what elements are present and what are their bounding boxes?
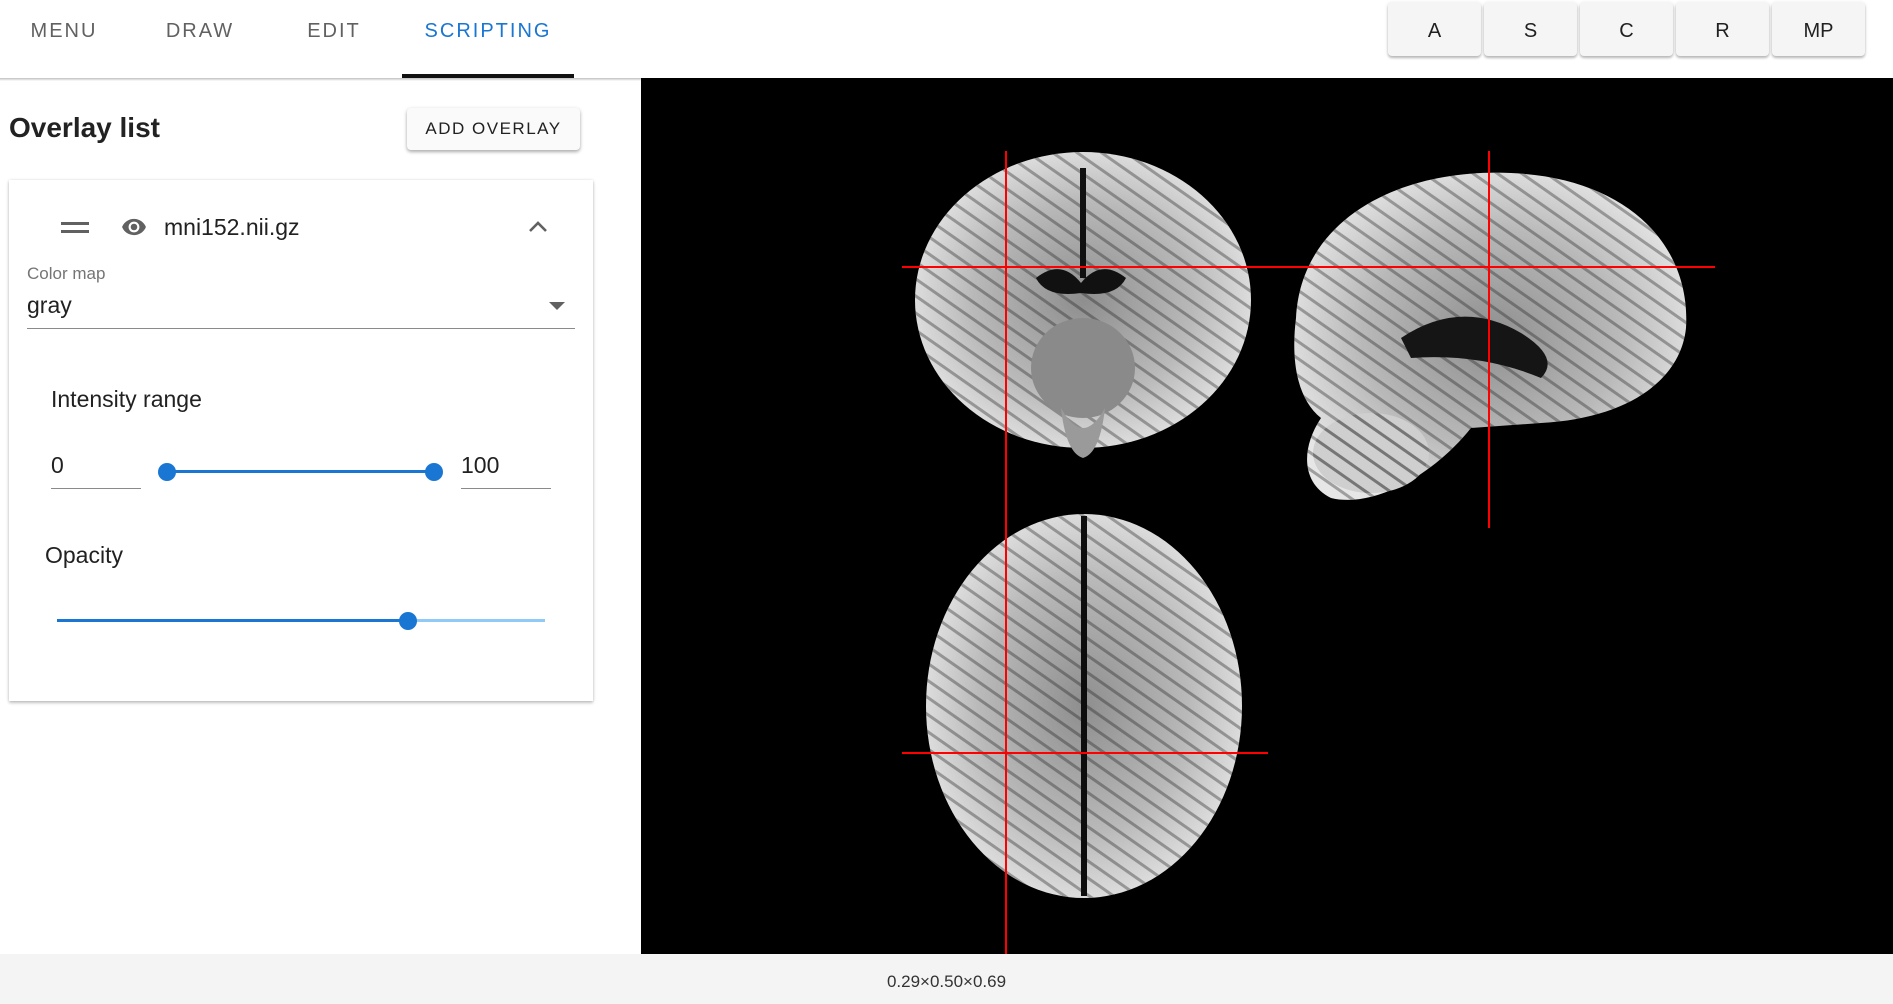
drag-handle-icon[interactable] [61,222,89,236]
status-bar: 0.29×0.50×0.69 [0,954,1893,1004]
dropdown-arrow-icon [549,302,565,310]
axial-view-button[interactable]: A [1388,2,1481,56]
location-readout: 0.29×0.50×0.69 [886,972,1007,991]
intensity-max-input[interactable]: 100 [461,448,551,489]
tab-scripting[interactable]: SCRIPTING [402,0,574,62]
add-overlay-button[interactable]: ADD OVERLAY [407,108,580,150]
opacity-label: Opacity [45,542,123,568]
toolbar-shadow [0,78,641,81]
tab-draw[interactable]: DRAW [158,0,242,62]
colormap-label: Color map [27,264,106,283]
overlay-card: mni152.nii.gz Color map gray Intensity r… [9,180,593,701]
coronal-slice-image [915,152,1251,458]
multiplanar-view-button[interactable]: MP [1772,2,1865,56]
sagittal-slice-image [1294,172,1687,500]
chevron-up-icon[interactable] [527,218,549,234]
brain-viewer-canvas[interactable] [641,78,1893,954]
tab-menu[interactable]: MENU [22,0,106,62]
opacity-slider[interactable] [57,609,545,633]
intensity-min-input[interactable]: 0 [51,448,141,489]
intensity-max-thumb[interactable] [425,463,443,481]
tab-edit[interactable]: EDIT [294,0,374,62]
intensity-range-label: Intensity range [51,386,202,412]
overlay-file-name: mni152.nii.gz [164,214,300,240]
slider-track [167,470,434,473]
coronal-view-button[interactable]: C [1580,2,1673,56]
intensity-range-slider[interactable] [158,460,443,484]
panel-title: Overlay list [9,112,160,143]
sagittal-view-button[interactable]: S [1484,2,1577,56]
render-view-button[interactable]: R [1676,2,1769,56]
slider-track [57,619,409,622]
viewer-svg [902,151,1715,954]
axial-slice-image [926,514,1242,898]
colormap-value: gray [27,292,72,318]
opacity-thumb[interactable] [399,612,418,630]
visibility-eye-icon[interactable] [117,214,151,240]
intensity-min-thumb[interactable] [158,463,176,481]
top-toolbar: MENU DRAW EDIT SCRIPTING A S C R MP [0,0,1893,78]
colormap-select[interactable]: gray [27,288,575,329]
